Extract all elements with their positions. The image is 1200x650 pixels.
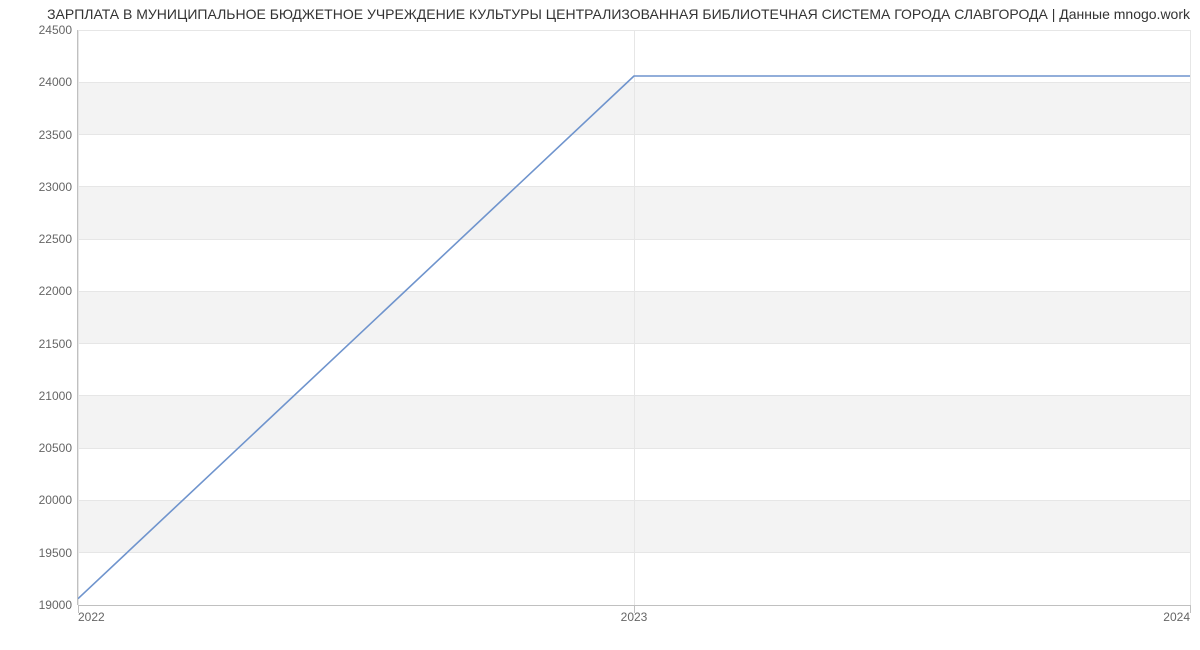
y-tick-label: 24500 <box>2 23 72 37</box>
y-tick-label: 20000 <box>2 493 72 507</box>
x-tick-label: 2022 <box>78 610 105 624</box>
y-tick-label: 23000 <box>2 180 72 194</box>
y-tick-label: 24000 <box>2 75 72 89</box>
y-tick-label: 20500 <box>2 441 72 455</box>
y-tick-label: 22000 <box>2 284 72 298</box>
y-tick-label: 19000 <box>2 598 72 612</box>
y-tick-label: 23500 <box>2 128 72 142</box>
x-tick-label: 2023 <box>621 610 648 624</box>
chart-title: ЗАРПЛАТА В МУНИЦИПАЛЬНОЕ БЮДЖЕТНОЕ УЧРЕЖ… <box>10 6 1190 22</box>
series-line <box>78 76 1190 599</box>
y-tick-label: 21000 <box>2 389 72 403</box>
plot-area <box>78 30 1190 605</box>
y-tick-label: 19500 <box>2 546 72 560</box>
line-series <box>78 30 1190 605</box>
x-tick-label: 2024 <box>1163 610 1190 624</box>
y-tick-label: 22500 <box>2 232 72 246</box>
y-axis-line <box>77 30 78 605</box>
x-axis-line <box>78 605 1190 606</box>
y-tick-label: 21500 <box>2 337 72 351</box>
salary-line-chart: ЗАРПЛАТА В МУНИЦИПАЛЬНОЕ БЮДЖЕТНОЕ УЧРЕЖ… <box>0 0 1200 650</box>
